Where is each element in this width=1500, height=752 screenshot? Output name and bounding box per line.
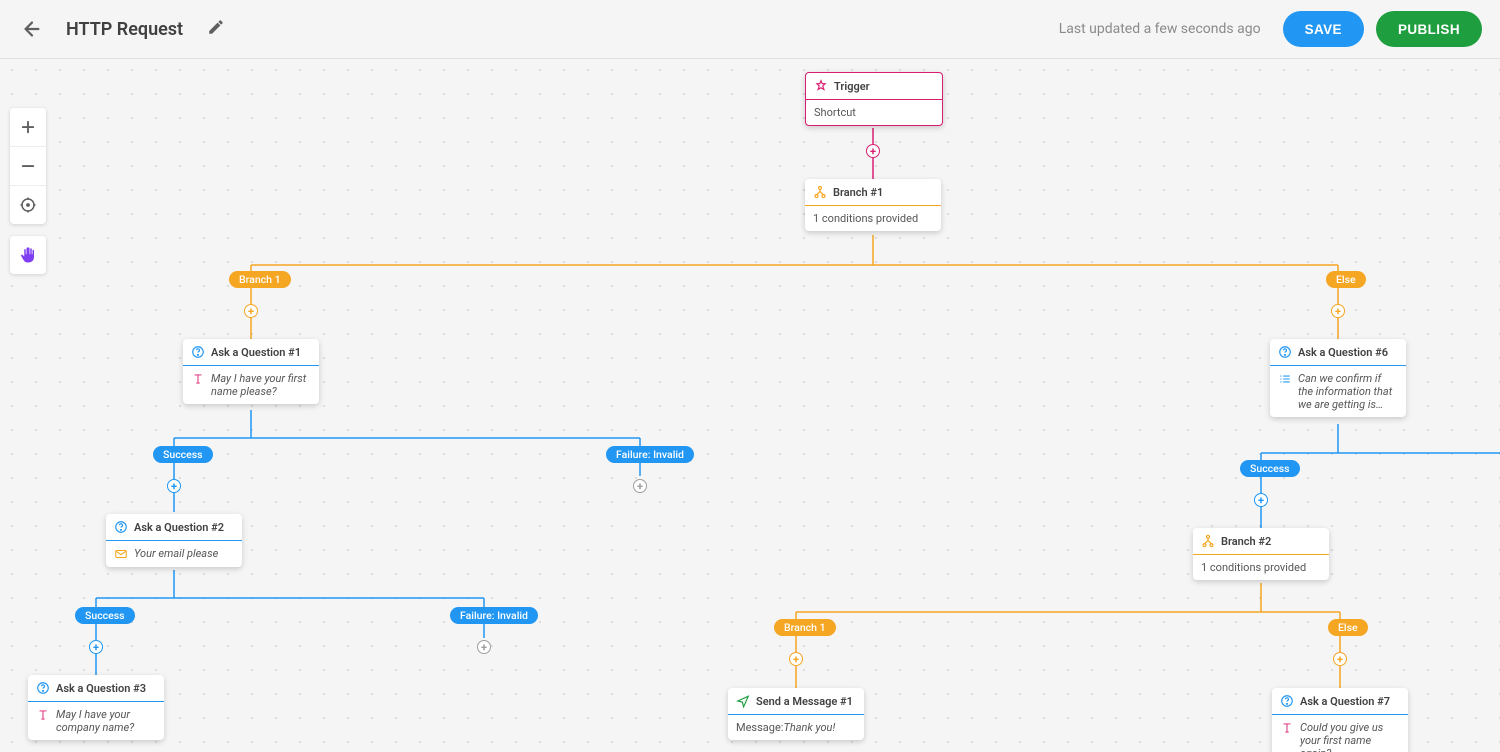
pill-failure[interactable]: Failure: Invalid — [450, 607, 538, 624]
add-step-button[interactable]: + — [1333, 652, 1347, 666]
zoom-out-button[interactable] — [10, 146, 46, 185]
node-header: Branch #2 — [1193, 528, 1329, 555]
node-header: Branch #1 — [805, 179, 941, 206]
save-button[interactable]: SAVE — [1283, 11, 1364, 47]
text-icon — [1280, 721, 1294, 735]
node-title: Ask a Question #1 — [211, 346, 301, 359]
node-header: Trigger — [806, 73, 942, 100]
last-updated-text: Last updated a few seconds ago — [1059, 21, 1261, 37]
text-icon — [36, 708, 50, 722]
node-question-2[interactable]: Ask a Question #2 Your email please — [106, 514, 242, 567]
send-icon — [736, 694, 750, 708]
node-body: Could you give us your first name again? — [1300, 721, 1400, 752]
add-step-button[interactable]: + — [789, 652, 803, 666]
add-step-button[interactable]: + — [477, 640, 491, 654]
node-branch-1[interactable]: Branch #1 1 conditions provided — [805, 179, 941, 231]
zoom-in-button[interactable] — [10, 108, 46, 146]
publish-button[interactable]: PUBLISH — [1376, 11, 1482, 47]
node-title: Send a Message #1 — [756, 695, 853, 708]
node-branch-2[interactable]: Branch #2 1 conditions provided — [1193, 528, 1329, 580]
edit-icon[interactable] — [207, 18, 225, 40]
pill-branch-1[interactable]: Branch 1 — [774, 619, 836, 636]
add-step-button[interactable]: + — [244, 304, 258, 318]
pill-failure[interactable]: Failure: Invalid — [606, 446, 694, 463]
node-title: Branch #2 — [1221, 535, 1271, 548]
node-title: Trigger — [834, 80, 870, 93]
node-header: Ask a Question #7 — [1272, 688, 1408, 715]
node-body: May I have your company name? — [56, 708, 156, 734]
node-title: Ask a Question #2 — [134, 521, 224, 534]
node-question-7[interactable]: Ask a Question #7 Could you give us your… — [1272, 688, 1408, 752]
page-title: HTTP Request — [66, 19, 183, 40]
add-step-button[interactable]: + — [1331, 304, 1345, 318]
node-trigger[interactable]: Trigger Shortcut — [805, 72, 943, 126]
node-header: Ask a Question #3 — [28, 675, 164, 702]
node-question-6[interactable]: Ask a Question #6 Can we confirm if the … — [1270, 339, 1406, 417]
node-title: Branch #1 — [833, 186, 883, 199]
mail-icon — [114, 547, 128, 561]
list-icon — [1278, 372, 1292, 386]
pill-branch-1[interactable]: Branch 1 — [229, 271, 291, 288]
node-body: May I have your first name please? — [211, 372, 311, 398]
add-step-button[interactable]: + — [89, 640, 103, 654]
add-step-button[interactable]: + — [1254, 493, 1268, 507]
node-title: Ask a Question #3 — [56, 682, 146, 695]
pill-else[interactable]: Else — [1326, 271, 1366, 288]
flow-canvas[interactable]: Trigger Shortcut + Branch #1 1 condition… — [0, 58, 1500, 752]
add-step-button[interactable]: + — [167, 479, 181, 493]
question-icon — [36, 681, 50, 695]
question-icon — [1280, 694, 1294, 708]
pill-success[interactable]: Success — [153, 446, 213, 463]
node-header: Ask a Question #2 — [106, 514, 242, 541]
node-question-3[interactable]: Ask a Question #3 May I have your compan… — [28, 675, 164, 740]
recenter-button[interactable] — [10, 185, 46, 224]
node-body: Your email please — [134, 547, 218, 560]
node-question-1[interactable]: Ask a Question #1 May I have your first … — [183, 339, 319, 404]
pill-else[interactable]: Else — [1328, 619, 1368, 636]
node-body: Shortcut — [814, 106, 856, 119]
add-step-button[interactable]: + — [633, 479, 647, 493]
node-header: Ask a Question #6 — [1270, 339, 1406, 366]
pill-success[interactable]: Success — [1240, 460, 1300, 477]
node-body: Can we confirm if the information that w… — [1298, 372, 1398, 411]
node-body: 1 conditions provided — [1201, 561, 1306, 574]
node-body: 1 conditions provided — [813, 212, 918, 225]
node-body: Thank you! — [783, 721, 835, 734]
text-icon — [191, 372, 205, 386]
node-header: Send a Message #1 — [728, 688, 864, 715]
branch-icon — [813, 185, 827, 199]
trigger-icon — [814, 79, 828, 93]
branch-icon — [1201, 534, 1215, 548]
question-icon — [1278, 345, 1292, 359]
node-title: Ask a Question #6 — [1298, 346, 1388, 359]
pan-hand-button[interactable] — [10, 236, 46, 274]
node-title: Ask a Question #7 — [1300, 695, 1390, 708]
header-bar: HTTP Request Last updated a few seconds … — [0, 0, 1500, 59]
back-arrow-icon[interactable] — [18, 15, 46, 43]
node-header: Ask a Question #1 — [183, 339, 319, 366]
message-label: Message: — [736, 721, 783, 734]
canvas-tools — [10, 108, 46, 286]
pill-success[interactable]: Success — [75, 607, 135, 624]
node-message-1[interactable]: Send a Message #1 Message: Thank you! — [728, 688, 864, 740]
question-icon — [114, 520, 128, 534]
question-icon — [191, 345, 205, 359]
add-step-button[interactable]: + — [866, 144, 880, 158]
